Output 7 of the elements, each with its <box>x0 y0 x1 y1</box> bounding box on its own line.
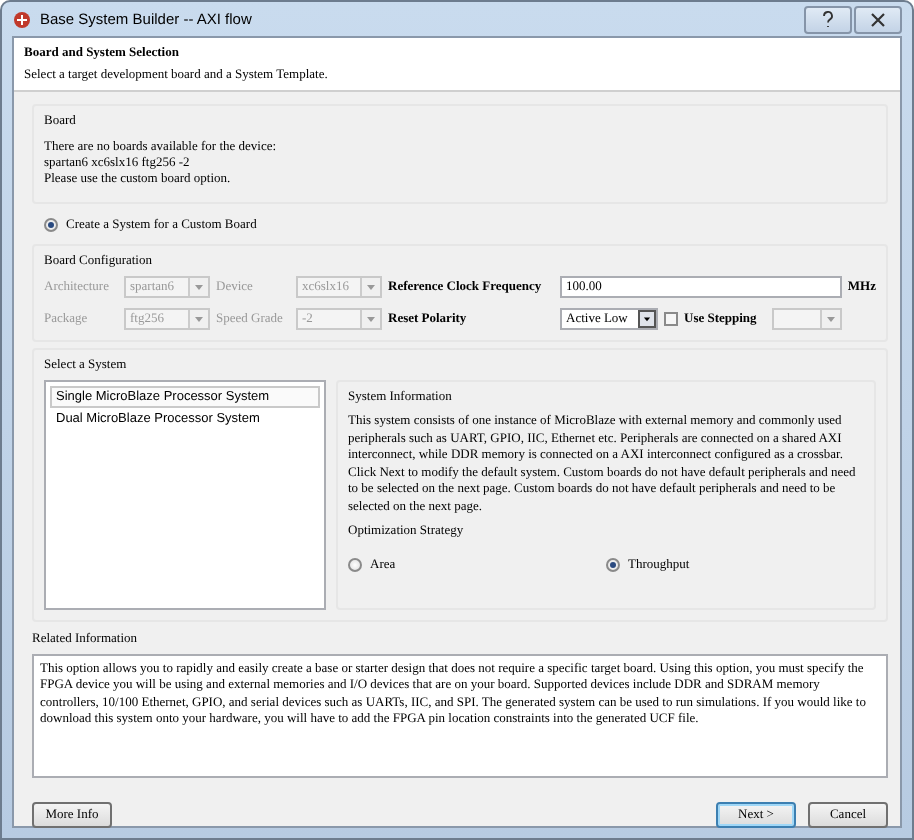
radio-button[interactable] <box>44 218 58 232</box>
radio-button[interactable] <box>348 558 362 573</box>
help-icon[interactable] <box>804 5 852 33</box>
close-icon[interactable] <box>854 5 902 33</box>
app-logo-icon <box>12 9 32 29</box>
radio-button[interactable] <box>606 558 620 573</box>
checkbox[interactable] <box>664 312 678 326</box>
